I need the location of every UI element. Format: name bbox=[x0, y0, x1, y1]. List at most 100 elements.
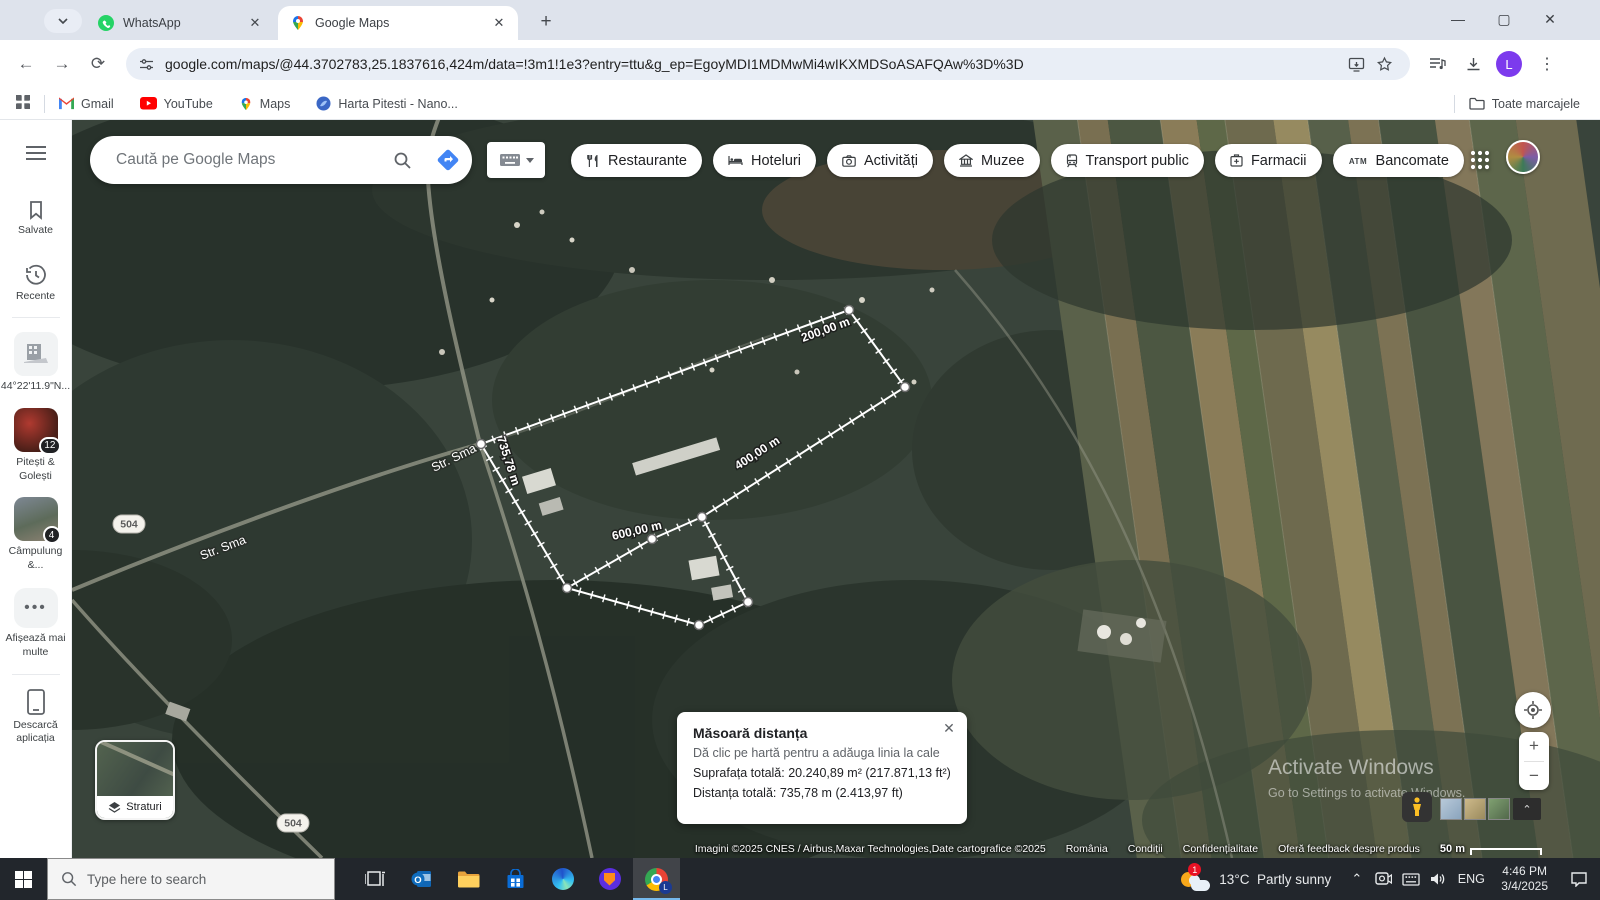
zoom-in-button[interactable]: + bbox=[1519, 732, 1549, 761]
tab-close-icon[interactable]: ✕ bbox=[246, 14, 264, 32]
map-canvas[interactable]: Str. Sma Str. Sma 200,00 m 400,00 m 600,00 m… bbox=[72, 120, 1600, 858]
forward-button[interactable]: → bbox=[46, 48, 78, 80]
collapse-controls-button[interactable]: ⌃ bbox=[1513, 798, 1541, 820]
attribution-link[interactable]: Confidențialitate bbox=[1183, 843, 1258, 855]
taskbar-chrome-active[interactable]: L bbox=[633, 858, 680, 900]
sidebar-item-saved[interactable]: Salvate bbox=[0, 200, 72, 238]
taskbar-outlook[interactable]: O bbox=[398, 858, 445, 900]
sidebar-item-coordinates[interactable]: 44°22'11.9"N... bbox=[0, 332, 72, 394]
bookmark-harta-pitesti[interactable]: Harta Pitesti - Nano... bbox=[316, 96, 458, 111]
sidebar-item-pitesti[interactable]: 12 Pitești & Golești bbox=[0, 407, 72, 483]
tab-search-button[interactable] bbox=[44, 9, 82, 33]
category-chip[interactable]: Activități bbox=[826, 144, 933, 177]
category-chip[interactable]: Transport public bbox=[1050, 144, 1204, 177]
taskbar-store[interactable] bbox=[492, 858, 539, 900]
google-apps-grid-icon[interactable] bbox=[1466, 146, 1494, 174]
weather-icon: 1 bbox=[1180, 863, 1211, 892]
map-style-thumb[interactable] bbox=[1488, 798, 1510, 820]
bookmark-maps[interactable]: Maps bbox=[239, 97, 290, 111]
taskbar-weather[interactable]: 1 13°C Partly sunny bbox=[1168, 858, 1343, 900]
back-button[interactable]: ← bbox=[10, 48, 42, 80]
sidebar-item-get-app[interactable]: Descarcă aplicația bbox=[0, 688, 72, 746]
dialog-close-icon[interactable]: ✕ bbox=[939, 718, 959, 738]
url-text[interactable]: google.com/maps/@44.3702783,25.1837616,4… bbox=[165, 56, 1342, 72]
touch-keyboard-icon[interactable] bbox=[1397, 858, 1424, 900]
pegman-button[interactable] bbox=[1402, 792, 1432, 822]
address-bar[interactable]: google.com/maps/@44.3702783,25.1837616,4… bbox=[126, 48, 1410, 80]
svg-text:504: 504 bbox=[284, 818, 302, 830]
input-tools-button[interactable] bbox=[487, 142, 545, 178]
account-avatar[interactable] bbox=[1506, 140, 1540, 174]
layers-button[interactable]: Straturi bbox=[95, 740, 175, 820]
action-center-icon[interactable] bbox=[1558, 858, 1600, 900]
category-chip[interactable]: Farmacii bbox=[1214, 144, 1322, 177]
tab-strip: WhatsApp ✕ Google Maps ✕ + — ▢ ✕ bbox=[0, 0, 1600, 40]
start-button[interactable] bbox=[0, 858, 47, 900]
profile-avatar[interactable]: L bbox=[1496, 51, 1522, 77]
all-bookmarks-button[interactable]: Toate marcajele bbox=[1469, 97, 1580, 111]
dialog-total-area: Suprafața totală: 20.240,89 m² (217.871,… bbox=[693, 766, 951, 780]
media-controls-icon[interactable] bbox=[1424, 50, 1452, 78]
category-chip[interactable]: Hoteluri bbox=[713, 144, 816, 177]
window-minimize-button[interactable]: — bbox=[1435, 0, 1481, 38]
sidebar-item-campulung[interactable]: 4 Câmpulung &... bbox=[0, 497, 72, 572]
meet-now-icon[interactable] bbox=[1370, 858, 1397, 900]
task-view-button[interactable] bbox=[351, 858, 398, 900]
menu-kebab-icon[interactable]: ⋮ bbox=[1533, 50, 1561, 78]
attribution-link[interactable]: Oferă feedback despre produs bbox=[1278, 843, 1420, 855]
search-button[interactable] bbox=[380, 151, 424, 170]
tab-whatsapp[interactable]: WhatsApp ✕ bbox=[86, 6, 274, 40]
taskbar-search-input[interactable] bbox=[87, 871, 307, 887]
search-input[interactable] bbox=[116, 151, 380, 169]
maps-search-bar[interactable] bbox=[90, 136, 472, 184]
google-maps-pin-icon bbox=[290, 15, 306, 31]
apps-grid-icon[interactable] bbox=[16, 95, 30, 112]
sidebar-item-recents[interactable]: Recente bbox=[0, 264, 72, 304]
attribution-link[interactable]: Condiții bbox=[1128, 843, 1163, 855]
imagery-credit: Imagini ©2025 CNES / Airbus,Maxar Techno… bbox=[694, 843, 1046, 855]
attribution-link[interactable]: România bbox=[1066, 843, 1108, 855]
map-style-thumb[interactable] bbox=[1464, 798, 1486, 820]
tab-google-maps[interactable]: Google Maps ✕ bbox=[278, 6, 518, 40]
install-icon[interactable] bbox=[1342, 50, 1370, 78]
more-dots-icon: ••• bbox=[13, 588, 58, 629]
zoom-controls: + − bbox=[1519, 732, 1549, 790]
taskbar-edge[interactable] bbox=[539, 858, 586, 900]
bookmark-youtube[interactable]: YouTube bbox=[139, 97, 213, 111]
new-tab-button[interactable]: + bbox=[532, 8, 560, 36]
taskbar-file-explorer[interactable] bbox=[445, 858, 492, 900]
window-close-button[interactable]: ✕ bbox=[1527, 0, 1573, 38]
sidebar-item-label: Pitești & Golești bbox=[16, 455, 55, 482]
bookmarks-bar: Gmail YouTube Maps Harta Pitesti - Nano.… bbox=[0, 88, 1600, 120]
category-chip[interactable]: Muzee bbox=[943, 144, 1040, 177]
site-settings-icon[interactable] bbox=[138, 56, 155, 73]
measure-distance-dialog: ✕ Măsoară distanța Dă clic pe hartă pent… bbox=[677, 712, 967, 824]
chip-label: Hoteluri bbox=[751, 152, 801, 169]
language-indicator[interactable]: ENG bbox=[1451, 858, 1491, 900]
taskbar-clock[interactable]: 4:46 PM 3/4/2025 bbox=[1491, 858, 1558, 900]
reload-button[interactable]: ⟳ bbox=[82, 48, 114, 80]
category-chip[interactable]: Restaurante bbox=[571, 144, 702, 177]
sidebar-item-label: 44°22'11.9"N... bbox=[0, 380, 71, 393]
tray-chevron-up[interactable]: ⌃ bbox=[1343, 858, 1370, 900]
tab-close-icon[interactable]: ✕ bbox=[490, 14, 508, 32]
taskbar-search[interactable] bbox=[47, 858, 335, 900]
directions-button[interactable] bbox=[424, 147, 472, 173]
youtube-icon bbox=[139, 97, 157, 110]
bookmark-star-icon[interactable] bbox=[1370, 50, 1398, 78]
my-location-button[interactable] bbox=[1515, 692, 1551, 728]
taskbar-shield-browser[interactable] bbox=[586, 858, 633, 900]
category-chip[interactable]: ATM Bancomate bbox=[1332, 144, 1464, 177]
downloads-icon[interactable] bbox=[1459, 50, 1487, 78]
phone-icon bbox=[26, 688, 45, 715]
sidebar-item-more[interactable]: ••• Afișează mai multe bbox=[0, 588, 72, 659]
menu-button[interactable] bbox=[0, 146, 72, 160]
window-maximize-button[interactable]: ▢ bbox=[1481, 0, 1527, 38]
site-favicon bbox=[316, 96, 331, 111]
zoom-out-button[interactable]: − bbox=[1519, 762, 1549, 791]
volume-icon[interactable] bbox=[1424, 858, 1451, 900]
transit-icon bbox=[1066, 153, 1078, 168]
bookmark-gmail[interactable]: Gmail bbox=[59, 97, 114, 111]
map-style-thumb[interactable] bbox=[1440, 798, 1462, 820]
weather-temp: 13°C bbox=[1219, 871, 1250, 887]
